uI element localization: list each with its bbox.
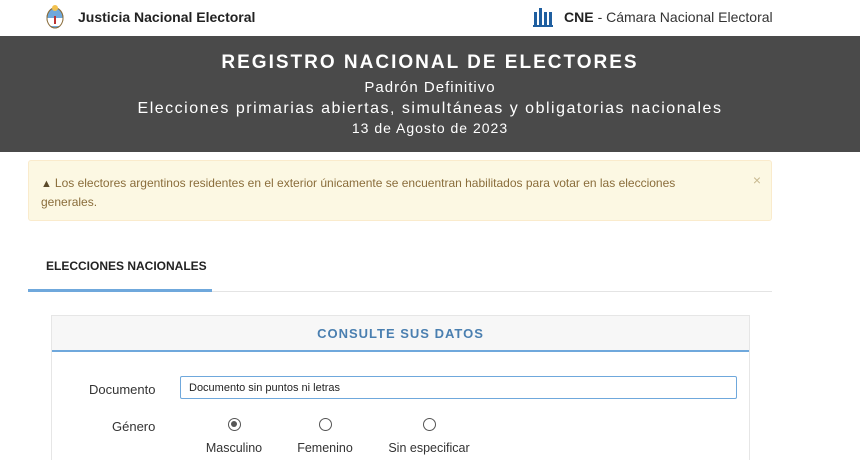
brand-right-name: - Cámara Nacional Electoral xyxy=(597,9,773,25)
cne-building-icon xyxy=(533,8,553,27)
brand-left-title: Justicia Nacional Electoral xyxy=(78,9,256,25)
warning-triangle-icon: ▲ xyxy=(41,178,52,190)
argentina-coat-of-arms-icon xyxy=(46,5,64,29)
genero-option-sin-especificar[interactable]: Sin especificar xyxy=(379,418,479,455)
election-date: 13 de Agosto de 2023 xyxy=(351,120,509,136)
tab-bar: ELECCIONES NACIONALES xyxy=(28,242,772,292)
documento-input[interactable] xyxy=(180,376,737,399)
radio-sin-especificar[interactable] xyxy=(422,418,436,431)
panel-title: CONSULTE SUS DATOS xyxy=(52,316,749,352)
page-banner: REGISTRO NACIONAL DE ELECTORES Padrón De… xyxy=(0,36,860,152)
brand-justicia-nacional-electoral[interactable]: Justicia Nacional Electoral xyxy=(44,3,255,31)
genero-label: Género xyxy=(112,419,156,434)
radio-masculino[interactable] xyxy=(227,418,241,431)
tab-elecciones-nacionales[interactable]: ELECCIONES NACIONALES xyxy=(28,242,212,292)
genero-option-femenino[interactable]: Femenino xyxy=(275,418,375,455)
election-name: Elecciones primarias abiertas, simultáne… xyxy=(137,100,723,117)
alert-text: Los electores argentinos residentes en e… xyxy=(41,176,676,209)
brand-cne[interactable]: CNE - Cámara Nacional Electoral xyxy=(532,4,773,30)
radio-femenino[interactable] xyxy=(318,418,332,431)
genero-option-masculino[interactable]: Masculino xyxy=(184,418,284,455)
top-bar: Justicia Nacional Electoral CNE - Cámara… xyxy=(0,0,860,36)
documento-label: Documento xyxy=(89,382,156,397)
brand-right-acronym: CNE xyxy=(564,9,594,25)
radio-label-femenino: Femenino xyxy=(297,441,353,455)
radio-label-masculino: Masculino xyxy=(205,441,263,455)
page-title: REGISTRO NACIONAL DE ELECTORES xyxy=(221,52,639,73)
close-icon[interactable]: × xyxy=(753,171,761,189)
warning-alert: ▲ Los electores argentinos residentes en … xyxy=(28,160,772,221)
radio-label-sin-especificar: Sin especificar xyxy=(388,441,470,455)
page-subtitle: Padrón Definitivo xyxy=(364,79,496,96)
